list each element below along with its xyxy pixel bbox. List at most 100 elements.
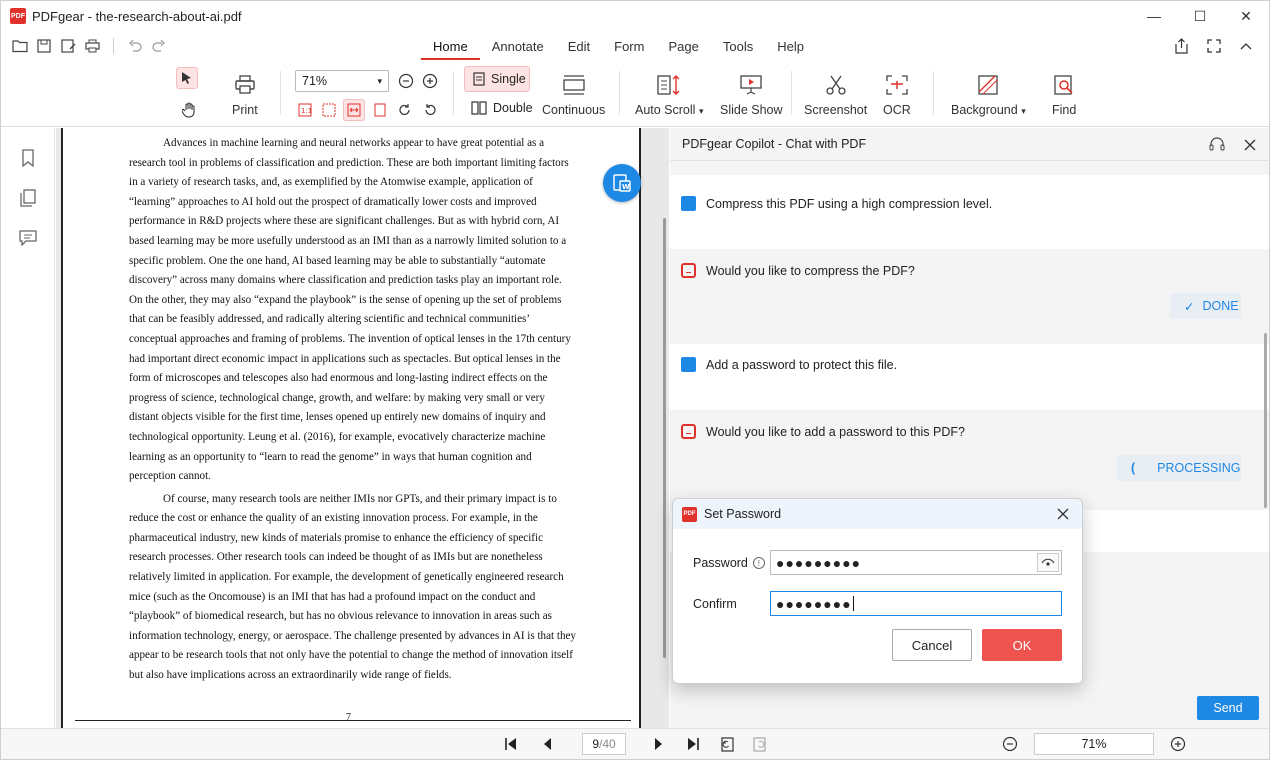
ok-button[interactable]: OK [982, 629, 1062, 661]
actual-size-icon[interactable]: 1:1 [294, 99, 316, 121]
minimize-button[interactable]: — [1131, 1, 1177, 31]
pdfgear-logo-icon: PDF [682, 506, 697, 522]
single-page-icon [473, 72, 485, 86]
single-page-button[interactable]: Single [464, 66, 530, 92]
save-icon[interactable] [35, 37, 53, 55]
ocr-label: OCR [883, 103, 911, 117]
status-processing-badge: ( PROCESSING [1117, 455, 1241, 481]
pdfgear-logo-icon: PDF [10, 8, 26, 24]
rotate-counterclockwise-icon[interactable] [419, 99, 441, 121]
auto-scroll-button[interactable]: Auto Scroll ▾ [635, 71, 703, 117]
tab-home[interactable]: Home [421, 35, 480, 60]
cancel-button[interactable]: Cancel [892, 629, 972, 661]
tab-annotate[interactable]: Annotate [480, 35, 556, 60]
comments-icon[interactable] [18, 228, 38, 248]
zoom-out-icon[interactable] [395, 70, 417, 92]
tab-help[interactable]: Help [765, 35, 816, 60]
next-view-icon[interactable] [750, 734, 770, 754]
first-page-icon[interactable] [501, 734, 521, 754]
page-text-body: Advances in machine learning and neural … [129, 134, 577, 689]
document-scrollbar[interactable] [663, 218, 666, 658]
hand-tool-icon[interactable] [178, 99, 200, 121]
collapse-ribbon-icon[interactable] [1237, 37, 1255, 55]
tab-form[interactable]: Form [602, 35, 656, 60]
chat-message-bot: Would you like to compress the PDF? ✓ DO… [670, 249, 1269, 344]
zoom-out-bottom-icon[interactable] [1000, 734, 1020, 754]
dialog-header: PDF Set Password [673, 499, 1082, 529]
print-button[interactable]: Print [232, 71, 258, 117]
close-window-button[interactable]: ✕ [1223, 1, 1269, 31]
close-copilot-icon[interactable] [1241, 136, 1259, 154]
fit-page-icon[interactable] [318, 99, 340, 121]
confirm-password-field[interactable]: ●●●●●●●● [770, 591, 1062, 616]
ocr-button[interactable]: OCR [883, 71, 911, 117]
background-button[interactable]: Background ▾ [951, 71, 1026, 117]
page-number-input[interactable]: 9/40 [582, 733, 626, 755]
tab-page[interactable]: Page [656, 35, 710, 60]
close-dialog-icon[interactable] [1054, 505, 1072, 523]
svg-text:W: W [622, 183, 630, 191]
share-icon[interactable] [1173, 37, 1191, 55]
password-label: Password ! [693, 556, 765, 570]
copilot-bot-icon [681, 263, 696, 278]
redo-icon[interactable] [150, 37, 168, 55]
copilot-header: PDFgear Copilot - Chat with PDF [670, 128, 1269, 161]
slide-show-button[interactable]: Slide Show [720, 71, 783, 117]
zoom-select[interactable]: 71% ▾ [295, 70, 389, 92]
double-label: Double [493, 101, 533, 115]
zoom-in-bottom-icon[interactable] [1168, 734, 1188, 754]
thumbnails-icon[interactable] [18, 188, 38, 208]
double-page-icon [471, 101, 487, 115]
send-button[interactable]: Send [1197, 696, 1259, 720]
next-page-icon[interactable] [649, 734, 669, 754]
home-ribbon: Print 71% ▾ 1:1 Single Double Continuous… [1, 61, 1269, 127]
zoom-in-icon[interactable] [419, 70, 441, 92]
menu-tabs: Home Annotate Edit Form Page Tools Help [421, 35, 816, 60]
support-headset-icon[interactable] [1208, 136, 1226, 154]
select-tool-icon[interactable] [176, 67, 198, 89]
save-as-icon[interactable] [59, 37, 77, 55]
bookmark-icon[interactable] [18, 148, 38, 168]
screenshot-label: Screenshot [804, 103, 868, 117]
tab-edit[interactable]: Edit [556, 35, 602, 60]
quick-access-toolbar [11, 37, 168, 55]
ribbon-separator [791, 71, 792, 115]
open-folder-icon[interactable] [11, 37, 29, 55]
zoom-level-input[interactable]: 71% [1034, 733, 1154, 755]
fullscreen-icon[interactable] [1205, 37, 1223, 55]
convert-to-word-icon[interactable]: W [603, 164, 641, 202]
continuous-icon [562, 71, 586, 99]
continuous-button[interactable]: Continuous [542, 71, 605, 117]
previous-page-icon[interactable] [537, 734, 557, 754]
confirm-label: Confirm [693, 597, 737, 611]
last-page-icon[interactable] [683, 734, 703, 754]
screenshot-button[interactable]: Screenshot [804, 71, 867, 117]
print-quick-icon[interactable] [83, 37, 101, 55]
copilot-scrollbar[interactable] [1264, 333, 1267, 508]
document-viewer[interactable]: Advances in machine learning and neural … [56, 128, 669, 728]
undo-icon[interactable] [126, 37, 144, 55]
double-page-button[interactable]: Double [471, 101, 533, 115]
password-field[interactable]: ●●●●●●●●● [770, 550, 1062, 575]
show-password-eye-icon[interactable] [1037, 553, 1059, 572]
previous-view-icon[interactable] [717, 734, 737, 754]
chat-message-user: Compress this PDF using a high compressi… [670, 175, 1269, 249]
message-text: Would you like to add a password to this… [706, 424, 965, 439]
set-password-dialog: PDF Set Password Password ! ●●●●●●●●● Co… [672, 498, 1083, 684]
scissors-icon [825, 71, 847, 99]
find-button[interactable]: Find [1052, 71, 1076, 117]
ocr-icon [885, 71, 909, 99]
rotate-clockwise-icon[interactable] [394, 99, 416, 121]
paragraph: Of course, many research tools are neith… [129, 492, 576, 682]
info-icon[interactable]: ! [752, 557, 765, 569]
tab-tools[interactable]: Tools [711, 35, 765, 60]
title-bar: PDF PDFgear - the-research-about-ai.pdf … [1, 1, 1269, 31]
user-avatar-icon [681, 196, 696, 211]
window-title: PDFgear - the-research-about-ai.pdf [32, 8, 242, 24]
fit-width-icon[interactable] [343, 99, 365, 121]
fit-height-icon[interactable] [369, 99, 391, 121]
maximize-button[interactable]: ☐ [1177, 1, 1223, 31]
chat-message-bot: Would you like to add a password to this… [670, 410, 1269, 510]
menu-bar: Home Annotate Edit Form Page Tools Help [1, 31, 1269, 61]
page-footer-line [75, 720, 631, 721]
